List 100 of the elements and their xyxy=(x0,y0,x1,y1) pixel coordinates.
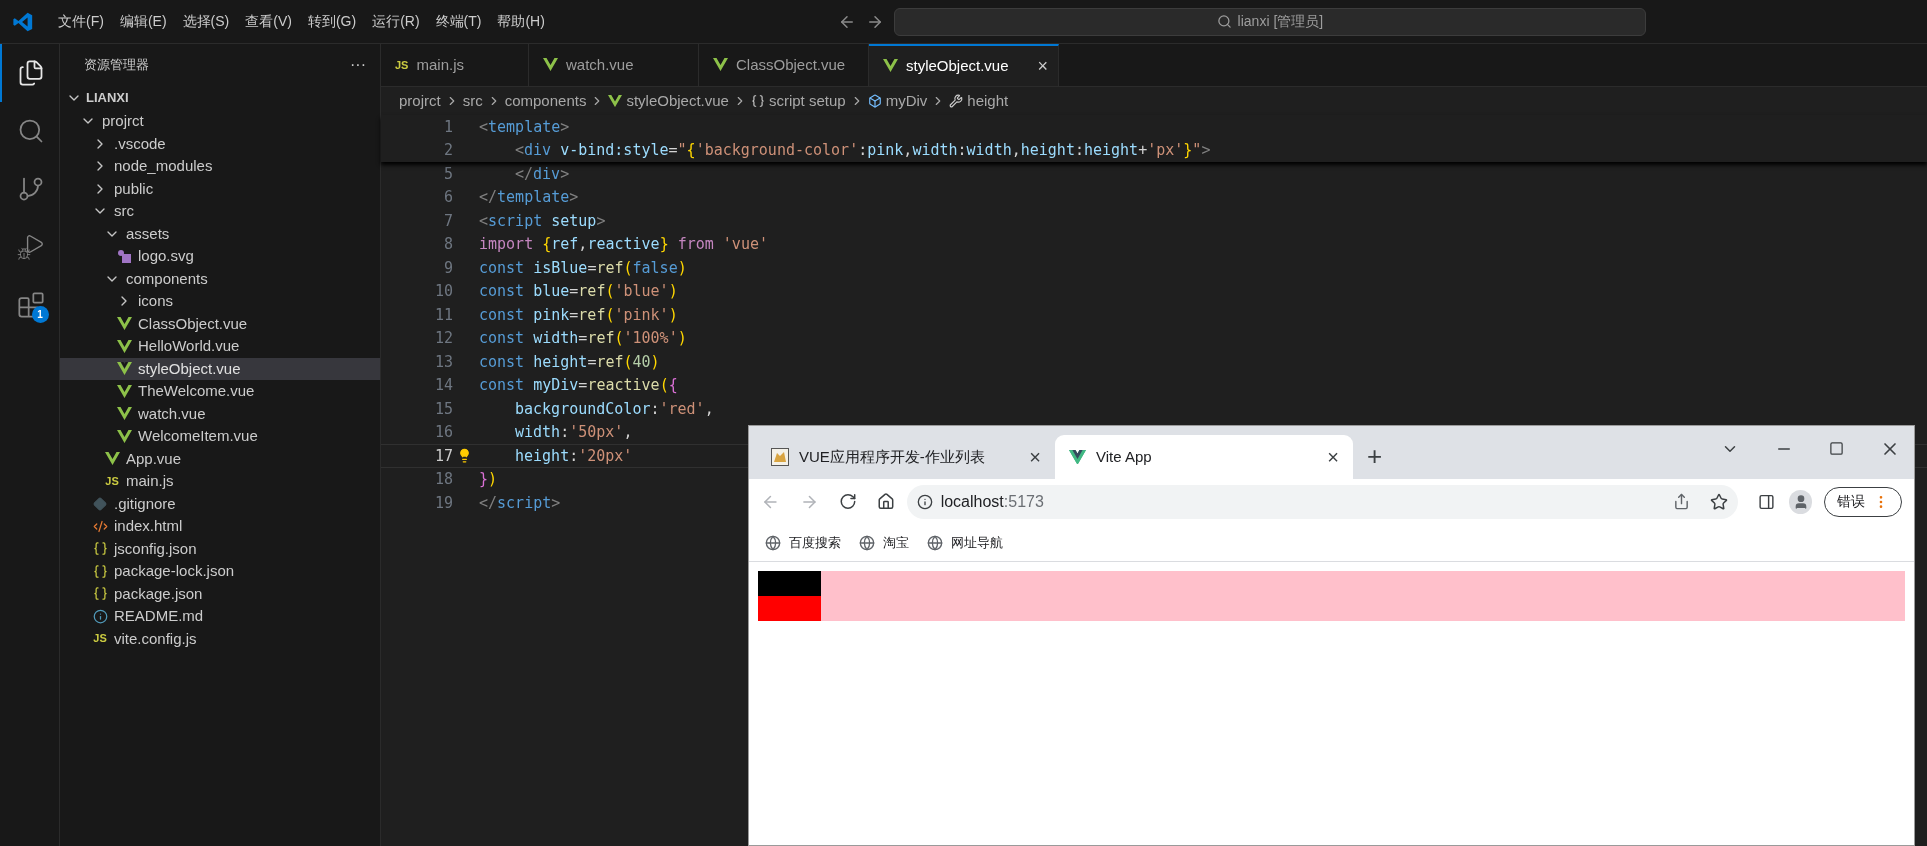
command-center-label: lianxi [管理员] xyxy=(1237,12,1324,31)
bookmark[interactable]: 百度搜索 xyxy=(765,532,841,553)
address-bar[interactable]: localhost:5173 xyxy=(906,484,1739,519)
more-actions[interactable]: ··· xyxy=(350,53,366,77)
vue-icon xyxy=(116,362,132,376)
line-number: 15 xyxy=(433,398,453,420)
browser-tab[interactable]: VUE应用程序开发-作业列表 × xyxy=(757,435,1055,479)
home-icon[interactable] xyxy=(876,492,895,511)
tree-item[interactable]: src xyxy=(60,200,380,223)
tree-item[interactable]: icons xyxy=(60,290,380,313)
line-number: 19 xyxy=(433,492,453,514)
breadcrumb-item[interactable]: src xyxy=(462,89,483,113)
reload-icon[interactable] xyxy=(838,492,857,511)
editor-tab[interactable]: JS main.js xyxy=(381,44,529,86)
side-panel-icon[interactable] xyxy=(1758,492,1776,511)
workspace-title[interactable]: LIANXI xyxy=(86,88,129,108)
menu-item[interactable]: 选择(S) xyxy=(174,11,238,32)
tree-item[interactable]: logo.svg xyxy=(60,245,380,268)
wrench-icon xyxy=(949,94,964,108)
line-number: 8 xyxy=(442,234,453,255)
tree-item[interactable]: ClassObject.vue xyxy=(60,312,380,335)
breadcrumb-item[interactable]: script setup xyxy=(768,89,846,113)
braces-icon xyxy=(92,541,108,557)
profile-avatar[interactable] xyxy=(1789,489,1812,514)
js-icon: JS xyxy=(105,475,119,487)
breadcrumb-item[interactable]: myDiv xyxy=(885,89,928,113)
tree-item[interactable]: .vscode xyxy=(60,132,380,155)
run-debug-icon[interactable] xyxy=(16,233,45,261)
vue-icon xyxy=(1069,449,1086,465)
code-line: }) xyxy=(478,469,498,490)
tree-item[interactable]: .gitignore xyxy=(60,492,380,515)
code-line: backgroundColor:'red', xyxy=(514,398,714,420)
menu-item[interactable]: 编辑(E) xyxy=(111,11,175,32)
browser-tab[interactable]: Vite App × xyxy=(1055,435,1353,479)
image-file-icon xyxy=(116,248,132,264)
lower-block xyxy=(758,596,821,621)
panel-title: 资源管理器 xyxy=(84,56,149,75)
bookmark-star-icon[interactable] xyxy=(1710,492,1729,511)
tree-item[interactable]: components xyxy=(60,267,380,290)
code-line: const blue=ref('blue') xyxy=(478,281,678,302)
tree-item[interactable]: HelloWorld.vue xyxy=(60,335,380,358)
new-tab-button[interactable]: + xyxy=(1367,437,1383,476)
tree-item[interactable]: package-lock.json xyxy=(60,560,380,583)
command-center[interactable]: lianxi [管理员] xyxy=(893,7,1646,36)
bookmark[interactable]: 淘宝 xyxy=(859,532,909,553)
tree-item[interactable]: JS main.js xyxy=(60,470,380,493)
maximize-icon[interactable] xyxy=(1829,441,1844,456)
tree-item[interactable]: projrct xyxy=(60,110,380,133)
line-number: 7 xyxy=(442,210,453,232)
breadcrumb-item[interactable]: projrct xyxy=(399,89,441,113)
code-line: import {ref,reactive} from 'vue' xyxy=(478,234,768,255)
close-tab[interactable]: × xyxy=(1037,52,1048,80)
breadcrumb-item[interactable]: height xyxy=(967,89,1009,113)
vue-icon xyxy=(104,452,120,466)
code-line: const pink=ref('pink') xyxy=(478,304,678,326)
share-icon[interactable] xyxy=(1673,493,1691,510)
code-line: <template> xyxy=(478,116,570,138)
info-icon[interactable] xyxy=(916,493,933,510)
tree-item[interactable]: watch.vue xyxy=(60,402,380,425)
menu-item[interactable]: 查看(V) xyxy=(237,11,300,32)
bookmark[interactable]: 网址导航 xyxy=(927,532,1003,553)
tree-item[interactable]: App.vue xyxy=(60,447,380,470)
activity-item[interactable]: 1 xyxy=(0,276,60,334)
url-text: localhost:5173 xyxy=(940,491,1044,512)
code-line: width:'50px', xyxy=(514,422,633,443)
close-tab[interactable]: × xyxy=(1029,442,1041,472)
extensions-icon[interactable] xyxy=(16,291,45,319)
code-line: <script setup> xyxy=(478,210,606,232)
tree-item[interactable]: jsconfig.json xyxy=(60,537,380,560)
vue-icon xyxy=(116,407,132,421)
menu-item[interactable]: 帮助(H) xyxy=(489,11,553,32)
menu-item[interactable]: 终端(T) xyxy=(427,11,490,32)
tree-item[interactable]: public xyxy=(60,177,380,200)
tree-item[interactable]: assets xyxy=(60,222,380,245)
breadcrumb-item[interactable]: components xyxy=(504,89,587,113)
menu-item[interactable]: 运行(R) xyxy=(364,11,428,32)
vue-icon xyxy=(608,94,623,108)
vue-icon xyxy=(116,384,132,398)
vue-icon xyxy=(883,59,898,73)
tree-item[interactable]: README.md xyxy=(60,605,380,628)
tree-item[interactable]: styleObject.vue xyxy=(60,357,380,380)
tree-item[interactable]: node_modules xyxy=(60,155,380,178)
tree-item[interactable]: TheWelcome.vue xyxy=(60,380,380,403)
tree-item[interactable]: WelcomeItem.vue xyxy=(60,425,380,448)
tree-item[interactable]: JS vite.config.js xyxy=(60,627,380,650)
line-number: 14 xyxy=(433,375,453,396)
breadcrumb-item[interactable]: styleObject.vue xyxy=(626,89,729,113)
line-number: 5 xyxy=(442,163,453,185)
tree-item[interactable]: package.json xyxy=(60,582,380,605)
upper-block xyxy=(758,571,821,596)
tree-item[interactable]: index.html xyxy=(60,515,380,538)
editor-tab[interactable]: watch.vue xyxy=(529,44,699,86)
menu-item[interactable]: 文件(F) xyxy=(50,11,112,32)
menu-item[interactable]: 转到(G) xyxy=(299,11,365,32)
code-line: const height=ref(40) xyxy=(478,351,660,373)
close-tab[interactable]: × xyxy=(1327,442,1339,472)
code-line: </div> xyxy=(514,163,570,185)
search-icon xyxy=(1216,14,1232,29)
editor-tab[interactable]: styleObject.vue × xyxy=(869,44,1059,86)
braces-icon xyxy=(92,586,108,602)
